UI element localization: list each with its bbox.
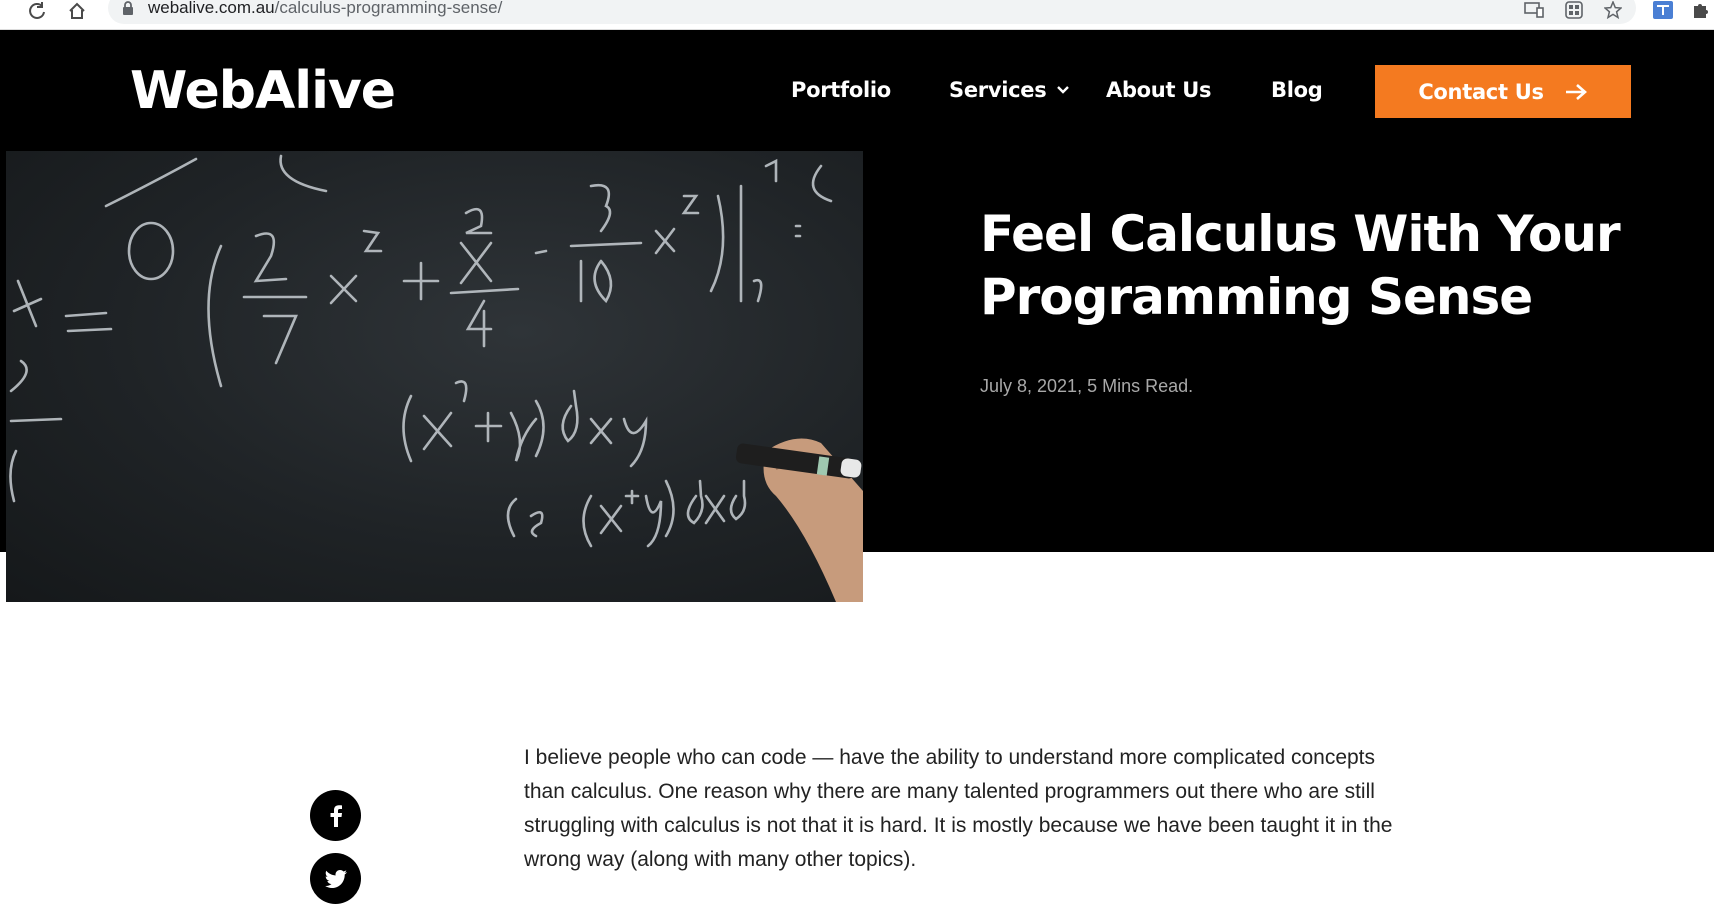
reload-icon[interactable] — [26, 0, 48, 22]
hero-image-chalkboard — [6, 151, 863, 602]
browser-toolbar: webalive.com.au/calculus-programming-sen… — [0, 0, 1714, 30]
nav-item-blog[interactable]: Blog — [1271, 78, 1323, 102]
cast-icon[interactable] — [1523, 0, 1545, 20]
twitter-share-button[interactable] — [310, 853, 361, 904]
address-bar[interactable]: webalive.com.au/calculus-programming-sen… — [108, 0, 1636, 24]
facebook-share-button[interactable] — [310, 790, 361, 841]
translate-extension-icon[interactable] — [1652, 0, 1674, 20]
home-icon[interactable] — [66, 0, 88, 22]
site-logo[interactable]: WebAlive — [130, 60, 396, 122]
nav-item-portfolio[interactable]: Portfolio — [791, 78, 891, 102]
arrow-right-icon — [1564, 83, 1588, 101]
url-text: webalive.com.au/calculus-programming-sen… — [148, 0, 502, 18]
nav-item-services[interactable]: Services — [949, 78, 1070, 102]
nav-item-about-us[interactable]: About Us — [1106, 78, 1211, 102]
article-title: Feel Calculus With Your Programming Sens… — [980, 205, 1621, 326]
site-header: WebAlive Portfolio Services About Us Blo… — [0, 30, 1714, 152]
chevron-down-icon — [1056, 85, 1070, 95]
star-icon[interactable] — [1602, 0, 1624, 20]
chalkboard-illustration — [9, 154, 863, 602]
nav-label: Portfolio — [791, 78, 891, 102]
extensions-puzzle-icon[interactable] — [1690, 0, 1712, 20]
url-path: /calculus-programming-sense/ — [274, 0, 503, 17]
contact-us-button[interactable]: Contact Us — [1375, 65, 1631, 118]
article-intro-paragraph: I believe people who can code — have the… — [524, 746, 1393, 871]
qr-code-icon[interactable] — [1563, 0, 1585, 20]
article-meta: July 8, 2021, 5 Mins Read. — [980, 376, 1194, 396]
lock-icon — [122, 1, 136, 15]
contact-us-label: Contact Us — [1418, 79, 1544, 104]
url-domain: webalive.com.au — [148, 0, 275, 17]
nav-label: About Us — [1106, 78, 1212, 102]
facebook-icon — [330, 804, 342, 827]
twitter-icon — [324, 869, 347, 888]
nav-label: Blog — [1271, 78, 1323, 102]
nav-label: Services — [949, 78, 1047, 102]
